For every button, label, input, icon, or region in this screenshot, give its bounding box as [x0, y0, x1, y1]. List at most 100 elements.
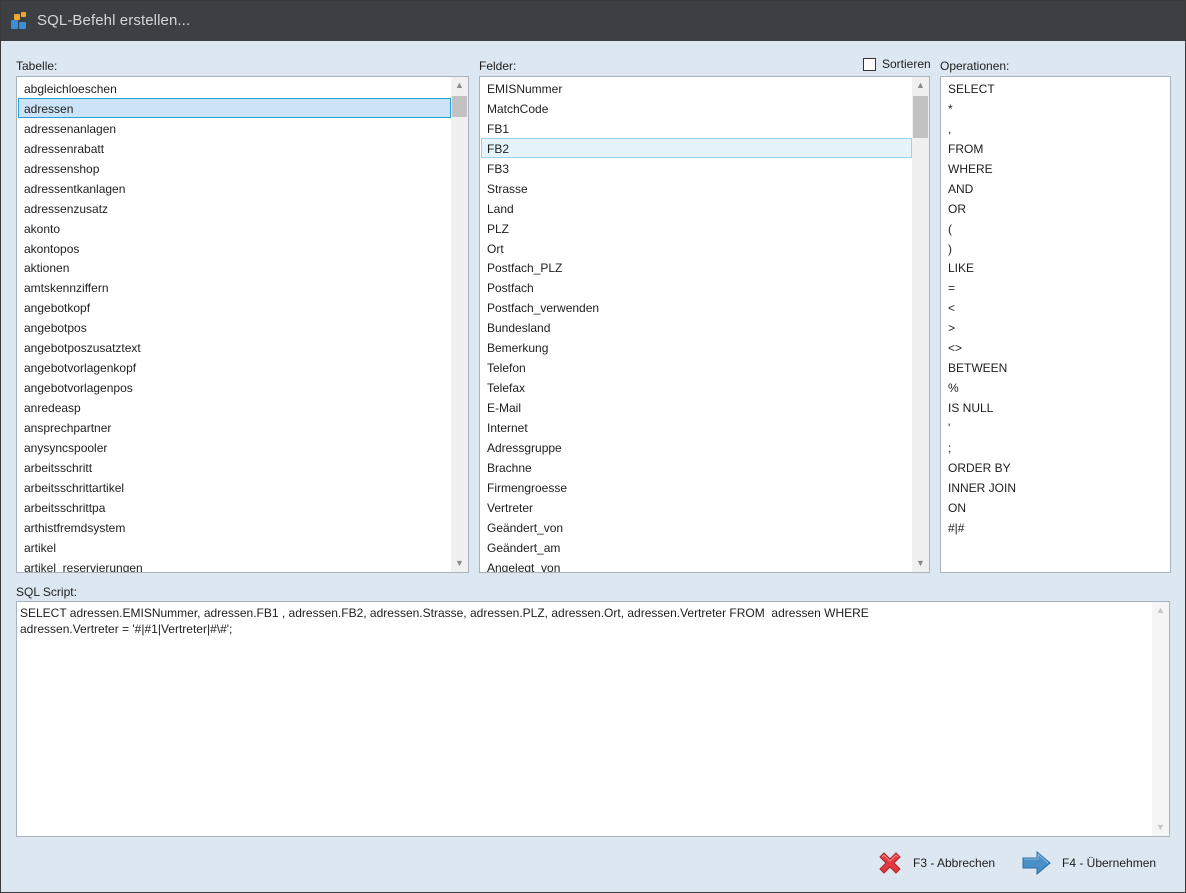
table-list-item[interactable]: anredeasp	[18, 397, 451, 417]
scroll-up-icon[interactable]: ▲	[451, 77, 468, 94]
field-list-item[interactable]: Telefon	[481, 357, 912, 377]
operation-list-item[interactable]: #|#	[942, 517, 1169, 537]
script-line: SELECT adressen.EMISNummer, adressen.FB1…	[20, 606, 869, 620]
operation-list-item[interactable]: <	[942, 297, 1169, 317]
scroll-down-icon[interactable]: ▼	[451, 555, 468, 572]
scroll-up-icon[interactable]: ▲	[912, 77, 929, 94]
table-list-item[interactable]: anysyncspooler	[18, 437, 451, 457]
operations-listbox[interactable]: SELECT *, FROM WHERE AND OR() LIKE = < > <> BETWEEN…	[940, 76, 1171, 573]
cancel-button-label: F3 - Abbrechen	[913, 856, 996, 870]
operation-list-item[interactable]: ORDER BY	[942, 457, 1169, 477]
fields-list: EMISNummer MatchCode FB1 FB2 FB3 Strasse Land P…	[481, 78, 912, 573]
table-list-item[interactable]: adressentkanlagen	[18, 178, 451, 198]
field-list-item[interactable]: Adressgruppe	[481, 437, 912, 457]
table-list-item[interactable]: adressenshop	[18, 158, 451, 178]
table-list-item[interactable]: angebotposzusatztext	[18, 337, 451, 357]
table-list-item[interactable]: ansprechpartner	[18, 417, 451, 437]
operation-list-item[interactable]: AND	[942, 178, 1169, 198]
table-list-item[interactable]: angebotkopf	[18, 297, 451, 317]
table-list-item[interactable]: arbeitsschrittartikel	[18, 477, 451, 497]
operation-list-item[interactable]: >	[942, 317, 1169, 337]
operation-list-item[interactable]: (	[942, 218, 1169, 238]
field-list-item[interactable]: Bundesland	[481, 317, 912, 337]
field-list-item[interactable]: Ort	[481, 238, 912, 258]
operation-list-item[interactable]: ;	[942, 437, 1169, 457]
table-list-item[interactable]: angebotvorlagenpos	[18, 377, 451, 397]
scroll-down-icon[interactable]: ▼	[912, 555, 929, 572]
field-list-item[interactable]: PLZ	[481, 218, 912, 238]
operation-list-item[interactable]: LIKE	[942, 257, 1169, 277]
table-list-item[interactable]: angebotvorlagenkopf	[18, 357, 451, 377]
operation-list-item[interactable]: ,	[942, 118, 1169, 138]
sort-checkbox-box[interactable]	[863, 57, 876, 71]
fields-scroll-thumb[interactable]	[913, 96, 928, 138]
table-list-item[interactable]: adressenrabatt	[18, 138, 451, 158]
field-list-item[interactable]: Angelegt_von	[481, 557, 912, 573]
operation-list-item[interactable]: '	[942, 417, 1169, 437]
operation-list-item[interactable]: ON	[942, 497, 1169, 517]
scroll-down-icon[interactable]: ▼	[1152, 819, 1169, 836]
table-list-item[interactable]: adressenanlagen	[18, 118, 451, 138]
table-list-item[interactable]: adressenzusatz	[18, 198, 451, 218]
table-list-item[interactable]: angebotpos	[18, 317, 451, 337]
table-list-item[interactable]: artikel_reservierungen	[18, 557, 451, 573]
cancel-button[interactable]: F3 - Abbrechen	[877, 850, 995, 876]
field-list-item[interactable]: Postfach	[481, 277, 912, 297]
field-list-item[interactable]: Postfach_verwenden	[481, 297, 912, 317]
table-list-item[interactable]: aktionen	[18, 257, 451, 277]
field-list-item[interactable]: Vertreter	[481, 497, 912, 517]
field-list-item[interactable]: Brachne	[481, 457, 912, 477]
table-list-item[interactable]: akonto	[18, 218, 451, 238]
operations-list: SELECT *, FROM WHERE AND OR() LIKE = < > <> BETWEEN…	[942, 78, 1169, 537]
operation-list-item[interactable]: )	[942, 238, 1169, 258]
sort-checkbox[interactable]: Sortieren	[863, 57, 931, 71]
title-bar: SQL-Befehl erstellen...	[1, 1, 1185, 41]
tables-listbox[interactable]: abgleichloeschen adressen adressenanlagen a…	[16, 76, 469, 573]
field-list-item[interactable]: FB3	[481, 158, 912, 178]
field-list-item[interactable]: Geändert_von	[481, 517, 912, 537]
table-list-item[interactable]: artikel	[18, 537, 451, 557]
operation-list-item[interactable]: FROM	[942, 138, 1169, 158]
table-list-item[interactable]: amtskennziffern	[18, 277, 451, 297]
table-list-item[interactable]: adressen	[18, 97, 451, 118]
window-title: SQL-Befehl erstellen...	[37, 12, 191, 29]
operation-list-item[interactable]: INNER JOIN	[942, 477, 1169, 497]
fields-scrollbar[interactable]: ▲ ▼	[912, 77, 929, 572]
operation-list-item[interactable]: BETWEEN	[942, 357, 1169, 377]
script-scrollbar[interactable]: ▲ ▼	[1152, 602, 1169, 836]
field-list-item[interactable]: Internet	[481, 417, 912, 437]
operation-list-item[interactable]: WHERE	[942, 158, 1169, 178]
tables-scroll-thumb[interactable]	[452, 96, 467, 117]
table-list-item[interactable]: arbeitsschritt	[18, 457, 451, 477]
fields-listbox[interactable]: EMISNummer MatchCode FB1 FB2 FB3 Strasse Land P…	[479, 76, 930, 573]
field-list-item[interactable]: FB1	[481, 118, 912, 138]
field-list-item[interactable]: Strasse	[481, 178, 912, 198]
operation-list-item[interactable]: OR	[942, 198, 1169, 218]
sql-script-textarea[interactable]: SELECT adressen.EMISNummer, adressen.FB1…	[16, 601, 1170, 837]
field-list-item[interactable]: FB2	[481, 137, 912, 158]
operation-list-item[interactable]: =	[942, 277, 1169, 297]
operation-list-item[interactable]: SELECT	[942, 78, 1169, 98]
table-list-item[interactable]: akontopos	[18, 238, 451, 258]
table-list-item[interactable]: arbeitsschrittpa	[18, 497, 451, 517]
operation-list-item[interactable]: IS NULL	[942, 397, 1169, 417]
sort-checkbox-label: Sortieren	[882, 57, 931, 71]
blue-arrow-right-icon	[1022, 850, 1051, 876]
field-list-item[interactable]: Postfach_PLZ	[481, 257, 912, 277]
field-list-item[interactable]: Firmengroesse	[481, 477, 912, 497]
table-list-item[interactable]: arthistfremdsystem	[18, 517, 451, 537]
tables-scrollbar[interactable]: ▲ ▼	[451, 77, 468, 572]
field-list-item[interactable]: MatchCode	[481, 98, 912, 118]
field-list-item[interactable]: E-Mail	[481, 397, 912, 417]
field-list-item[interactable]: EMISNummer	[481, 78, 912, 98]
scroll-up-icon[interactable]: ▲	[1152, 602, 1169, 619]
field-list-item[interactable]: Land	[481, 198, 912, 218]
operation-list-item[interactable]: *	[942, 98, 1169, 118]
field-list-item[interactable]: Geändert_am	[481, 537, 912, 557]
field-list-item[interactable]: Bemerkung	[481, 337, 912, 357]
apply-button[interactable]: F4 - Übernehmen	[1022, 850, 1156, 876]
operation-list-item[interactable]: %	[942, 377, 1169, 397]
table-list-item[interactable]: abgleichloeschen	[18, 78, 451, 98]
operation-list-item[interactable]: <>	[942, 337, 1169, 357]
field-list-item[interactable]: Telefax	[481, 377, 912, 397]
